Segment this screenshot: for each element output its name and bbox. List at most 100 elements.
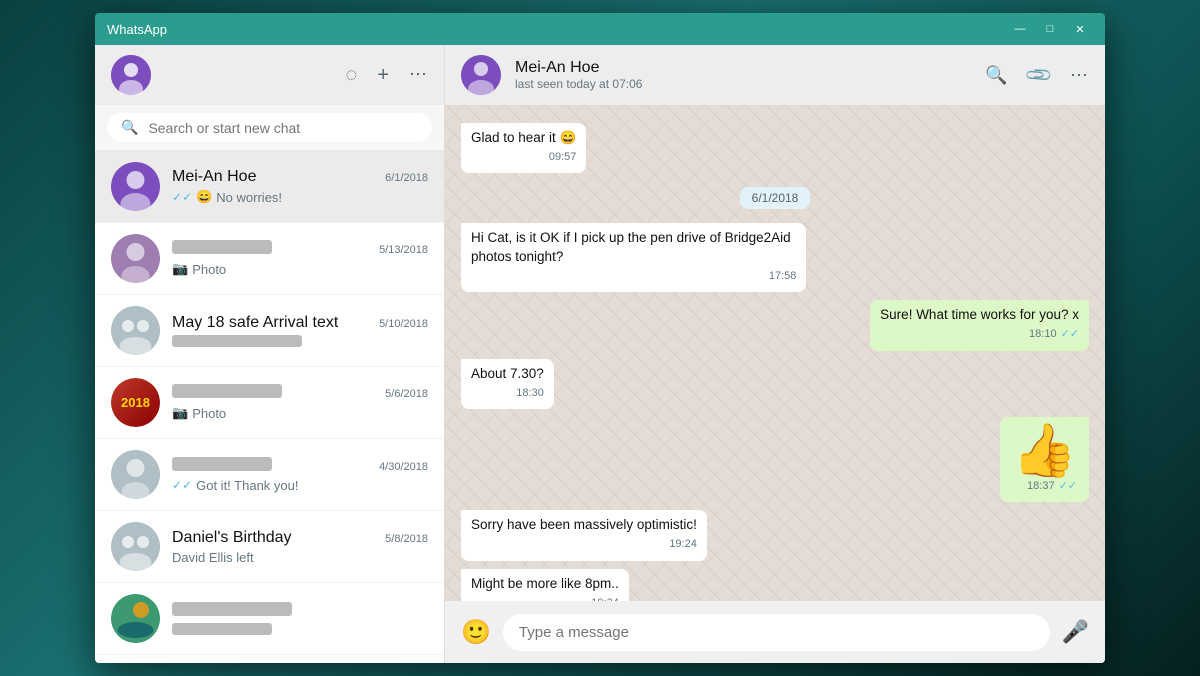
message-input[interactable]	[503, 614, 1050, 651]
bubble-2: Hi Cat, is it OK if I pick up the pen dr…	[461, 223, 806, 292]
bubble-time-5: 18:37	[1027, 479, 1055, 494]
bubble-time-1: 09:57	[549, 150, 577, 165]
bubble-time-3: 18:10	[1029, 327, 1057, 342]
search-input-wrap: 🔍	[107, 113, 432, 142]
bubble-3: Sure! What time works for you? x 18:10 ✓…	[870, 300, 1089, 350]
search-input[interactable]	[148, 120, 418, 136]
chat-name-6: Daniel's Birthday	[172, 529, 292, 547]
chat-preview-6: David Ellis left	[172, 550, 428, 565]
message-row-6: Sorry have been massively optimistic! 19…	[461, 510, 1089, 560]
chat-item-6[interactable]: Daniel's Birthday 5/8/2018 David Ellis l…	[95, 511, 444, 583]
chat-date-3: 5/10/2018	[379, 318, 428, 330]
chat-item-3[interactable]: May 18 safe Arrival text 5/10/2018	[95, 295, 444, 367]
bubble-meta-1: 09:57	[471, 150, 576, 165]
new-chat-icon[interactable]: +	[377, 64, 389, 87]
status-icon[interactable]: ◌	[345, 64, 357, 87]
bubble-text-5: 👍	[1012, 425, 1077, 477]
chat-item-1[interactable]: Mei-An Hoe 6/1/2018 ✓✓ 😄 No worries!	[95, 151, 444, 223]
minimize-button[interactable]: —	[1007, 19, 1033, 39]
chat-date-1: 6/1/2018	[385, 172, 428, 184]
bubble-meta-5: 18:37 ✓✓	[1012, 479, 1077, 494]
messages-area: Glad to hear it 😄 09:57 6/1/2018 Hi Cat,…	[445, 105, 1105, 601]
search-chat-icon[interactable]: 🔍	[985, 65, 1007, 86]
chat-name-7	[172, 602, 292, 620]
chat-preview-7	[172, 623, 428, 635]
app-window: WhatsApp — □ ✕ ◌ +	[95, 13, 1105, 663]
chat-name-1: Mei-An Hoe	[172, 168, 256, 186]
date-divider: 6/1/2018	[461, 187, 1089, 209]
message-row-1: Glad to hear it 😄 09:57	[461, 123, 1089, 173]
bubble-time-4: 18:30	[516, 386, 544, 401]
chat-name-2	[172, 240, 272, 258]
camera-icon-2: 📷	[172, 261, 188, 277]
bubble-meta-6: 19:24	[471, 537, 697, 552]
bubble-time-2: 17:58	[769, 269, 797, 284]
window-controls: — □ ✕	[1007, 19, 1093, 39]
search-bar: 🔍	[95, 105, 444, 151]
chat-name-5	[172, 457, 272, 475]
chat-preview-2: 📷 Photo	[172, 261, 428, 277]
chat-date-5: 4/30/2018	[379, 461, 428, 473]
message-row-4: About 7.30? 18:30	[461, 359, 1089, 409]
chat-date-2: 5/13/2018	[379, 244, 428, 256]
emoji-button[interactable]: 🙂	[461, 618, 491, 647]
title-bar: WhatsApp — □ ✕	[95, 13, 1105, 45]
bubble-text-2: Hi Cat, is it OK if I pick up the pen dr…	[471, 230, 791, 264]
tick-icon-1: ✓✓	[172, 190, 192, 204]
chat-item-2[interactable]: 5/13/2018 📷 Photo	[95, 223, 444, 295]
chat-item-7[interactable]	[95, 583, 444, 655]
bubble-7: Might be more like 8pm.. 19:24	[461, 569, 629, 601]
tick-icon-5: ✓✓	[172, 478, 192, 492]
chat-preview-4: 📷 Photo	[172, 405, 428, 421]
sidebar-header: ◌ + ⋯	[95, 45, 444, 105]
chat-area: Mei-An Hoe last seen today at 07:06 🔍 📎 …	[445, 45, 1105, 663]
attach-icon[interactable]: 📎	[1023, 60, 1054, 91]
chat-avatar-6	[111, 522, 160, 571]
chat-content-4: 5/6/2018 📷 Photo	[172, 384, 428, 421]
bubble-5: 👍 18:37 ✓✓	[1000, 417, 1089, 502]
chat-name-4	[172, 384, 282, 402]
chat-date-6: 5/8/2018	[385, 533, 428, 545]
user-avatar[interactable]	[111, 55, 151, 95]
menu-icon[interactable]: ⋯	[409, 64, 428, 87]
chat-list: Mei-An Hoe 6/1/2018 ✓✓ 😄 No worries!	[95, 151, 444, 663]
bubble-6: Sorry have been massively optimistic! 19…	[461, 510, 707, 560]
chat-item-5[interactable]: 4/30/2018 ✓✓ Got it! Thank you!	[95, 439, 444, 511]
chat-header: Mei-An Hoe last seen today at 07:06 🔍 📎 …	[445, 45, 1105, 105]
contact-info: Mei-An Hoe last seen today at 07:06	[515, 59, 971, 91]
chat-content-7	[172, 602, 428, 635]
chat-preview-5: ✓✓ Got it! Thank you!	[172, 478, 428, 493]
chat-content-2: 5/13/2018 📷 Photo	[172, 240, 428, 277]
contact-name: Mei-An Hoe	[515, 59, 971, 77]
bubble-meta-2: 17:58	[471, 269, 796, 284]
close-button[interactable]: ✕	[1067, 19, 1093, 39]
chat-menu-icon[interactable]: ⋯	[1070, 65, 1089, 86]
bubble-text-3: Sure! What time works for you? x	[880, 307, 1079, 322]
chat-item-4[interactable]: 2018 5/6/2018 📷 Photo	[95, 367, 444, 439]
message-row-5: 👍 18:37 ✓✓	[461, 417, 1089, 502]
bubble-4: About 7.30? 18:30	[461, 359, 554, 409]
bubble-text-1: Glad to hear it 😄	[471, 130, 576, 145]
preview-emoji-1: 😄	[196, 189, 212, 205]
chat-avatar-5	[111, 450, 160, 499]
chat-preview-3	[172, 335, 428, 347]
bubble-text-4: About 7.30?	[471, 366, 544, 381]
bubble-1: Glad to hear it 😄 09:57	[461, 123, 586, 173]
chat-avatar-7	[111, 594, 160, 643]
message-input-bar: 🙂 🎤	[445, 601, 1105, 663]
maximize-button[interactable]: □	[1037, 19, 1063, 39]
chat-name-3: May 18 safe Arrival text	[172, 314, 338, 332]
bubble-time-6: 19:24	[669, 537, 697, 552]
tick-5: ✓✓	[1059, 479, 1077, 494]
message-row-2: Hi Cat, is it OK if I pick up the pen dr…	[461, 223, 1089, 292]
bubble-text-7: Might be more like 8pm..	[471, 576, 619, 591]
bubble-meta-3: 18:10 ✓✓	[880, 327, 1079, 342]
chat-content-3: May 18 safe Arrival text 5/10/2018	[172, 314, 428, 347]
contact-status: last seen today at 07:06	[515, 77, 971, 91]
chat-avatar-4: 2018	[111, 378, 160, 427]
contact-avatar	[461, 55, 501, 95]
bubble-text-6: Sorry have been massively optimistic!	[471, 517, 697, 532]
bubble-meta-4: 18:30	[471, 386, 544, 401]
camera-icon-4: 📷	[172, 405, 188, 421]
mic-button[interactable]: 🎤	[1062, 619, 1089, 645]
